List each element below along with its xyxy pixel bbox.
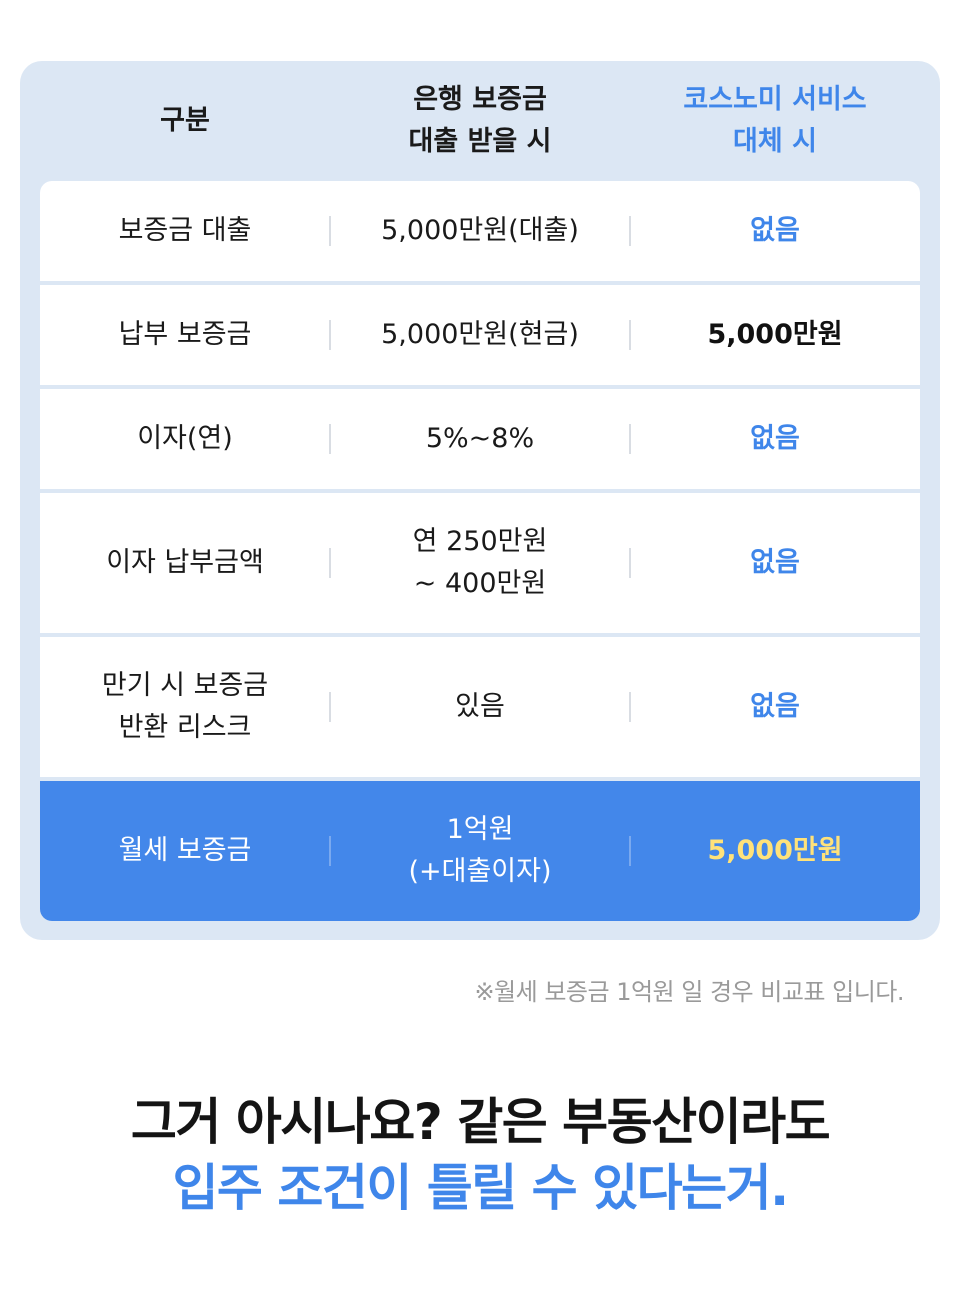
comparison-table-panel: 구분 은행 보증금 대출 받을 시 코스노미 서비스 대체 시 보증금 대출 5… [20,61,940,940]
row-service-value: 5,000만원 [707,835,843,866]
column-divider [629,216,631,246]
table-row: 납부 보증금 5,000만원(현금) 5,000만원 [40,285,920,385]
footnote: ※월세 보증금 1억원 일 경우 비교표 입니다. [474,978,904,1006]
column-divider [329,836,331,866]
table-row: 이자(연) 5%~8% 없음 [40,389,920,489]
row-service-value: 없음 [750,547,800,578]
row-bank-value: 5,000만원(대출) [381,215,579,246]
headline-line-2: 입주 조건이 틀릴 수 있다는거. [172,1159,789,1217]
column-divider [629,320,631,350]
table-row-highlight: 월세 보증금 1억원 (+대출이자) 5,000만원 [40,781,920,921]
row-bank-value: 5%~8% [425,423,535,454]
table-row: 만기 시 보증금 반환 리스크 있음 없음 [40,637,920,777]
column-divider [329,216,331,246]
row-label: 보증금 대출 [118,215,252,246]
row-service-value: 없음 [750,691,800,722]
headline-line-1: 그거 아시나요? 같은 부동산이라도 [130,1093,831,1151]
column-divider [329,548,331,578]
header-bank-loan: 은행 보증금 대출 받을 시 [408,84,552,157]
table-body: 보증금 대출 5,000만원(대출) 없음 납부 보증금 5,000만원(현금)… [40,181,920,921]
row-bank-value: 연 250만원 ~ 400만원 [412,526,548,599]
row-label: 만기 시 보증금 반환 리스크 [101,670,269,743]
header-service: 코스노미 서비스 대체 시 [683,84,867,157]
row-service-value: 5,000만원 [707,319,843,350]
row-bank-value: 5,000만원(현금) [381,319,579,350]
row-label: 납부 보증금 [118,319,252,350]
row-label: 이자(연) [137,423,233,454]
column-divider [329,424,331,454]
header-category: 구분 [160,105,210,136]
column-divider [629,548,631,578]
row-bank-value: 있음 [455,691,505,722]
row-label: 월세 보증금 [118,835,252,866]
table-row: 보증금 대출 5,000만원(대출) 없음 [40,181,920,281]
column-divider [329,320,331,350]
table-header: 구분 은행 보증금 대출 받을 시 코스노미 서비스 대체 시 [40,61,920,181]
column-divider [629,692,631,722]
table-row: 이자 납부금액 연 250만원 ~ 400만원 없음 [40,493,920,633]
column-divider [629,424,631,454]
column-divider [329,692,331,722]
row-service-value: 없음 [750,215,800,246]
column-divider [629,836,631,866]
row-label: 이자 납부금액 [106,547,264,578]
row-bank-value: 1억원 (+대출이자) [408,814,552,887]
row-service-value: 없음 [750,423,800,454]
